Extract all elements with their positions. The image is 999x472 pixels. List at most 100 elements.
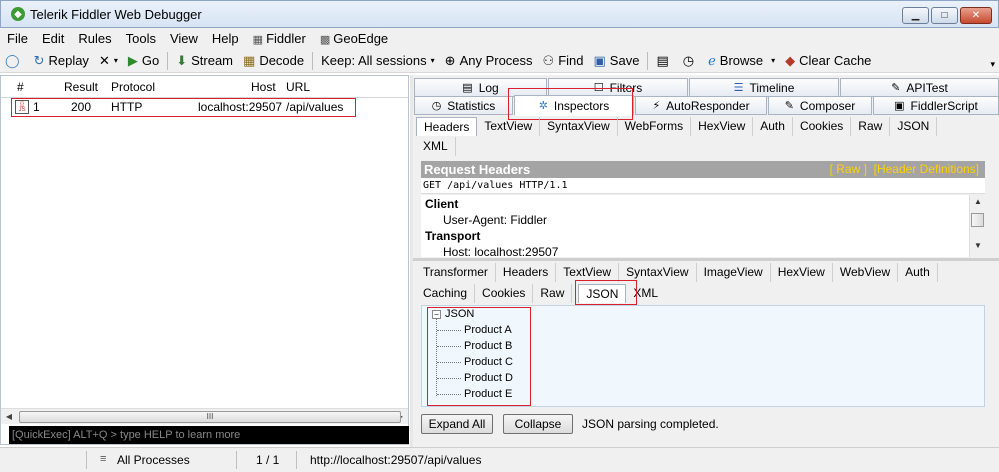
header-user-agent: User-Agent: Fiddler [443, 213, 548, 227]
session-highlight [11, 98, 356, 117]
collapse-button[interactable]: Collapse [503, 414, 573, 434]
column-result[interactable]: Result [64, 80, 98, 94]
tab-apitest[interactable]: ✎ APITest [840, 78, 999, 97]
req-tab-xml[interactable]: XML [416, 137, 456, 156]
remove-button[interactable]: ✕ ▾ [94, 50, 123, 72]
req-tab-textview[interactable]: TextView [477, 117, 541, 136]
request-tabs-row2: XML [416, 137, 456, 156]
req-tab-headers[interactable]: Headers [416, 117, 478, 136]
tab-fiddlerscript[interactable]: ▣ FiddlerScript [873, 96, 999, 115]
menu-rules[interactable]: Rules [71, 31, 118, 46]
speech-bubble-icon: ◯ [5, 52, 20, 68]
req-tab-cookies[interactable]: Cookies [793, 117, 852, 136]
tab-apitest-label: APITest [906, 80, 948, 95]
scroll-left-icon[interactable]: ◀ [1, 412, 17, 421]
res-tab-hexview[interactable]: HexView [771, 263, 833, 282]
menu-view[interactable]: View [163, 31, 205, 46]
column-protocol[interactable]: Protocol [111, 80, 155, 94]
keep-label: Keep: All sessions [321, 53, 427, 68]
res-tab-transformer[interactable]: Transformer [416, 263, 496, 282]
chevron-down-icon: ▾ [430, 56, 435, 65]
tab-composer[interactable]: ✎ Composer [768, 96, 872, 115]
close-button[interactable]: ✕ [960, 7, 992, 24]
column-host[interactable]: Host [251, 80, 276, 94]
decode-button[interactable]: ▦ Decode [238, 50, 309, 72]
comment-button[interactable]: ◯ [0, 50, 29, 72]
quickexec-input[interactable]: [QuickExec] ALT+Q > type HELP to learn m… [9, 426, 409, 444]
clear-cache-label: Clear Cache [799, 53, 872, 68]
scroll-track[interactable]: III [17, 410, 401, 424]
replay-button[interactable]: ↻ Replay [29, 50, 94, 72]
expand-all-button[interactable]: Expand All [421, 414, 493, 434]
toolbar: ◯ ↻ Replay ✕ ▾ ▶ Go ⬇ Stream ▦ Decode Keep: A… [0, 49, 999, 73]
stopwatch-icon: ◷ [431, 100, 442, 112]
sessions-hscrollbar[interactable]: ◀ III ▶ [1, 408, 408, 424]
res-tab-raw[interactable]: Raw [533, 284, 573, 303]
go-button[interactable]: ▶ Go [123, 50, 164, 72]
tab-timeline[interactable]: ☰ Timeline [689, 78, 839, 97]
scroll-up-icon[interactable]: ▲ [970, 197, 985, 211]
process-filter[interactable]: All Processes [117, 453, 190, 467]
tab-statistics[interactable]: ◷ Statistics [414, 96, 513, 115]
request-tabs: Headers TextView SyntaxView WebForms Hex… [416, 117, 938, 136]
status-url: http://localhost:29507/api/values [310, 453, 482, 467]
maximize-button[interactable]: □ [931, 7, 958, 24]
screenshot-button[interactable]: ▤ [651, 50, 677, 72]
menu-help[interactable]: Help [205, 31, 246, 46]
minimize-button[interactable]: ▁ [902, 7, 929, 24]
req-tab-auth[interactable]: Auth [753, 117, 793, 136]
header-host: Host: localhost:29507 [443, 245, 559, 257]
tab-statistics-label: Statistics [447, 98, 496, 113]
response-tabs: Transformer Headers TextView SyntaxView … [416, 263, 938, 282]
toolbar-overflow-icon[interactable]: ▾ [990, 59, 995, 70]
res-tab-headers[interactable]: Headers [496, 263, 557, 282]
stream-button[interactable]: ⬇ Stream [171, 50, 238, 72]
req-tab-hexview[interactable]: HexView [691, 117, 754, 136]
browse-button[interactable]: ℯ Browse ▾ [703, 50, 780, 72]
headers-vscrollbar[interactable]: ▲ ▼ [969, 195, 985, 257]
raw-link[interactable]: [ Raw ] [830, 162, 867, 176]
request-headers-title: Request Headers [ Raw ] [Header Definiti… [421, 161, 985, 178]
res-tab-imageview[interactable]: ImageView [697, 263, 771, 282]
res-tab-auth[interactable]: Auth [898, 263, 938, 282]
column-url[interactable]: URL [286, 80, 310, 94]
request-line: GET /api/values HTTP/1.1 [421, 178, 985, 194]
req-tab-raw[interactable]: Raw [851, 117, 891, 136]
request-response-splitter[interactable] [413, 258, 999, 261]
timer-button[interactable]: ◷ [678, 50, 703, 72]
status-separator [236, 451, 237, 469]
window-title: Telerik Fiddler Web Debugger [30, 6, 202, 22]
tab-fiddlerscript-label: FiddlerScript [910, 98, 978, 113]
save-button[interactable]: ▣ Save [589, 50, 645, 72]
res-tab-caching[interactable]: Caching [416, 284, 476, 303]
scroll-thumb[interactable]: III [19, 410, 401, 423]
clear-cache-icon: ◆ [785, 52, 796, 68]
header-definitions-link[interactable]: [Header Definitions] [874, 162, 979, 176]
menu-fiddler-label: Fiddler [266, 31, 306, 46]
menu-file[interactable]: File [0, 31, 35, 46]
replay-label: Replay [48, 53, 89, 68]
inspectors-highlight [508, 88, 633, 120]
column-number[interactable]: # [17, 80, 24, 94]
camera-icon: ▤ [656, 52, 669, 68]
menu-fiddler[interactable]: ▦ Fiddler [246, 31, 313, 46]
menu-geoedge[interactable]: ▩ GeoEdge [313, 31, 395, 46]
stream-label: Stream [191, 53, 234, 68]
decode-label: Decode [259, 53, 305, 68]
res-tab-cookies[interactable]: Cookies [475, 284, 534, 303]
find-button[interactable]: ⚇ Find [538, 50, 589, 72]
clock-icon: ◷ [682, 52, 695, 68]
req-tab-json[interactable]: JSON [890, 117, 938, 136]
res-tab-webview[interactable]: WebView [833, 263, 899, 282]
menu-edit[interactable]: Edit [35, 31, 71, 46]
keep-sessions-dropdown[interactable]: Keep: All sessions ▾ [316, 50, 440, 72]
tab-autoresponder[interactable]: ⚡ AutoResponder [635, 96, 767, 115]
req-tab-webforms[interactable]: WebForms [618, 117, 692, 136]
menu-tools[interactable]: Tools [119, 31, 163, 46]
grid-icon: ▦ [252, 34, 264, 46]
any-process-button[interactable]: ⊕ Any Process [440, 50, 538, 72]
scroll-thumb[interactable] [971, 213, 984, 227]
clear-cache-button[interactable]: ◆ Clear Cache [780, 50, 876, 72]
req-tab-syntaxview[interactable]: SyntaxView [540, 117, 618, 136]
scroll-down-icon[interactable]: ▼ [970, 241, 985, 255]
